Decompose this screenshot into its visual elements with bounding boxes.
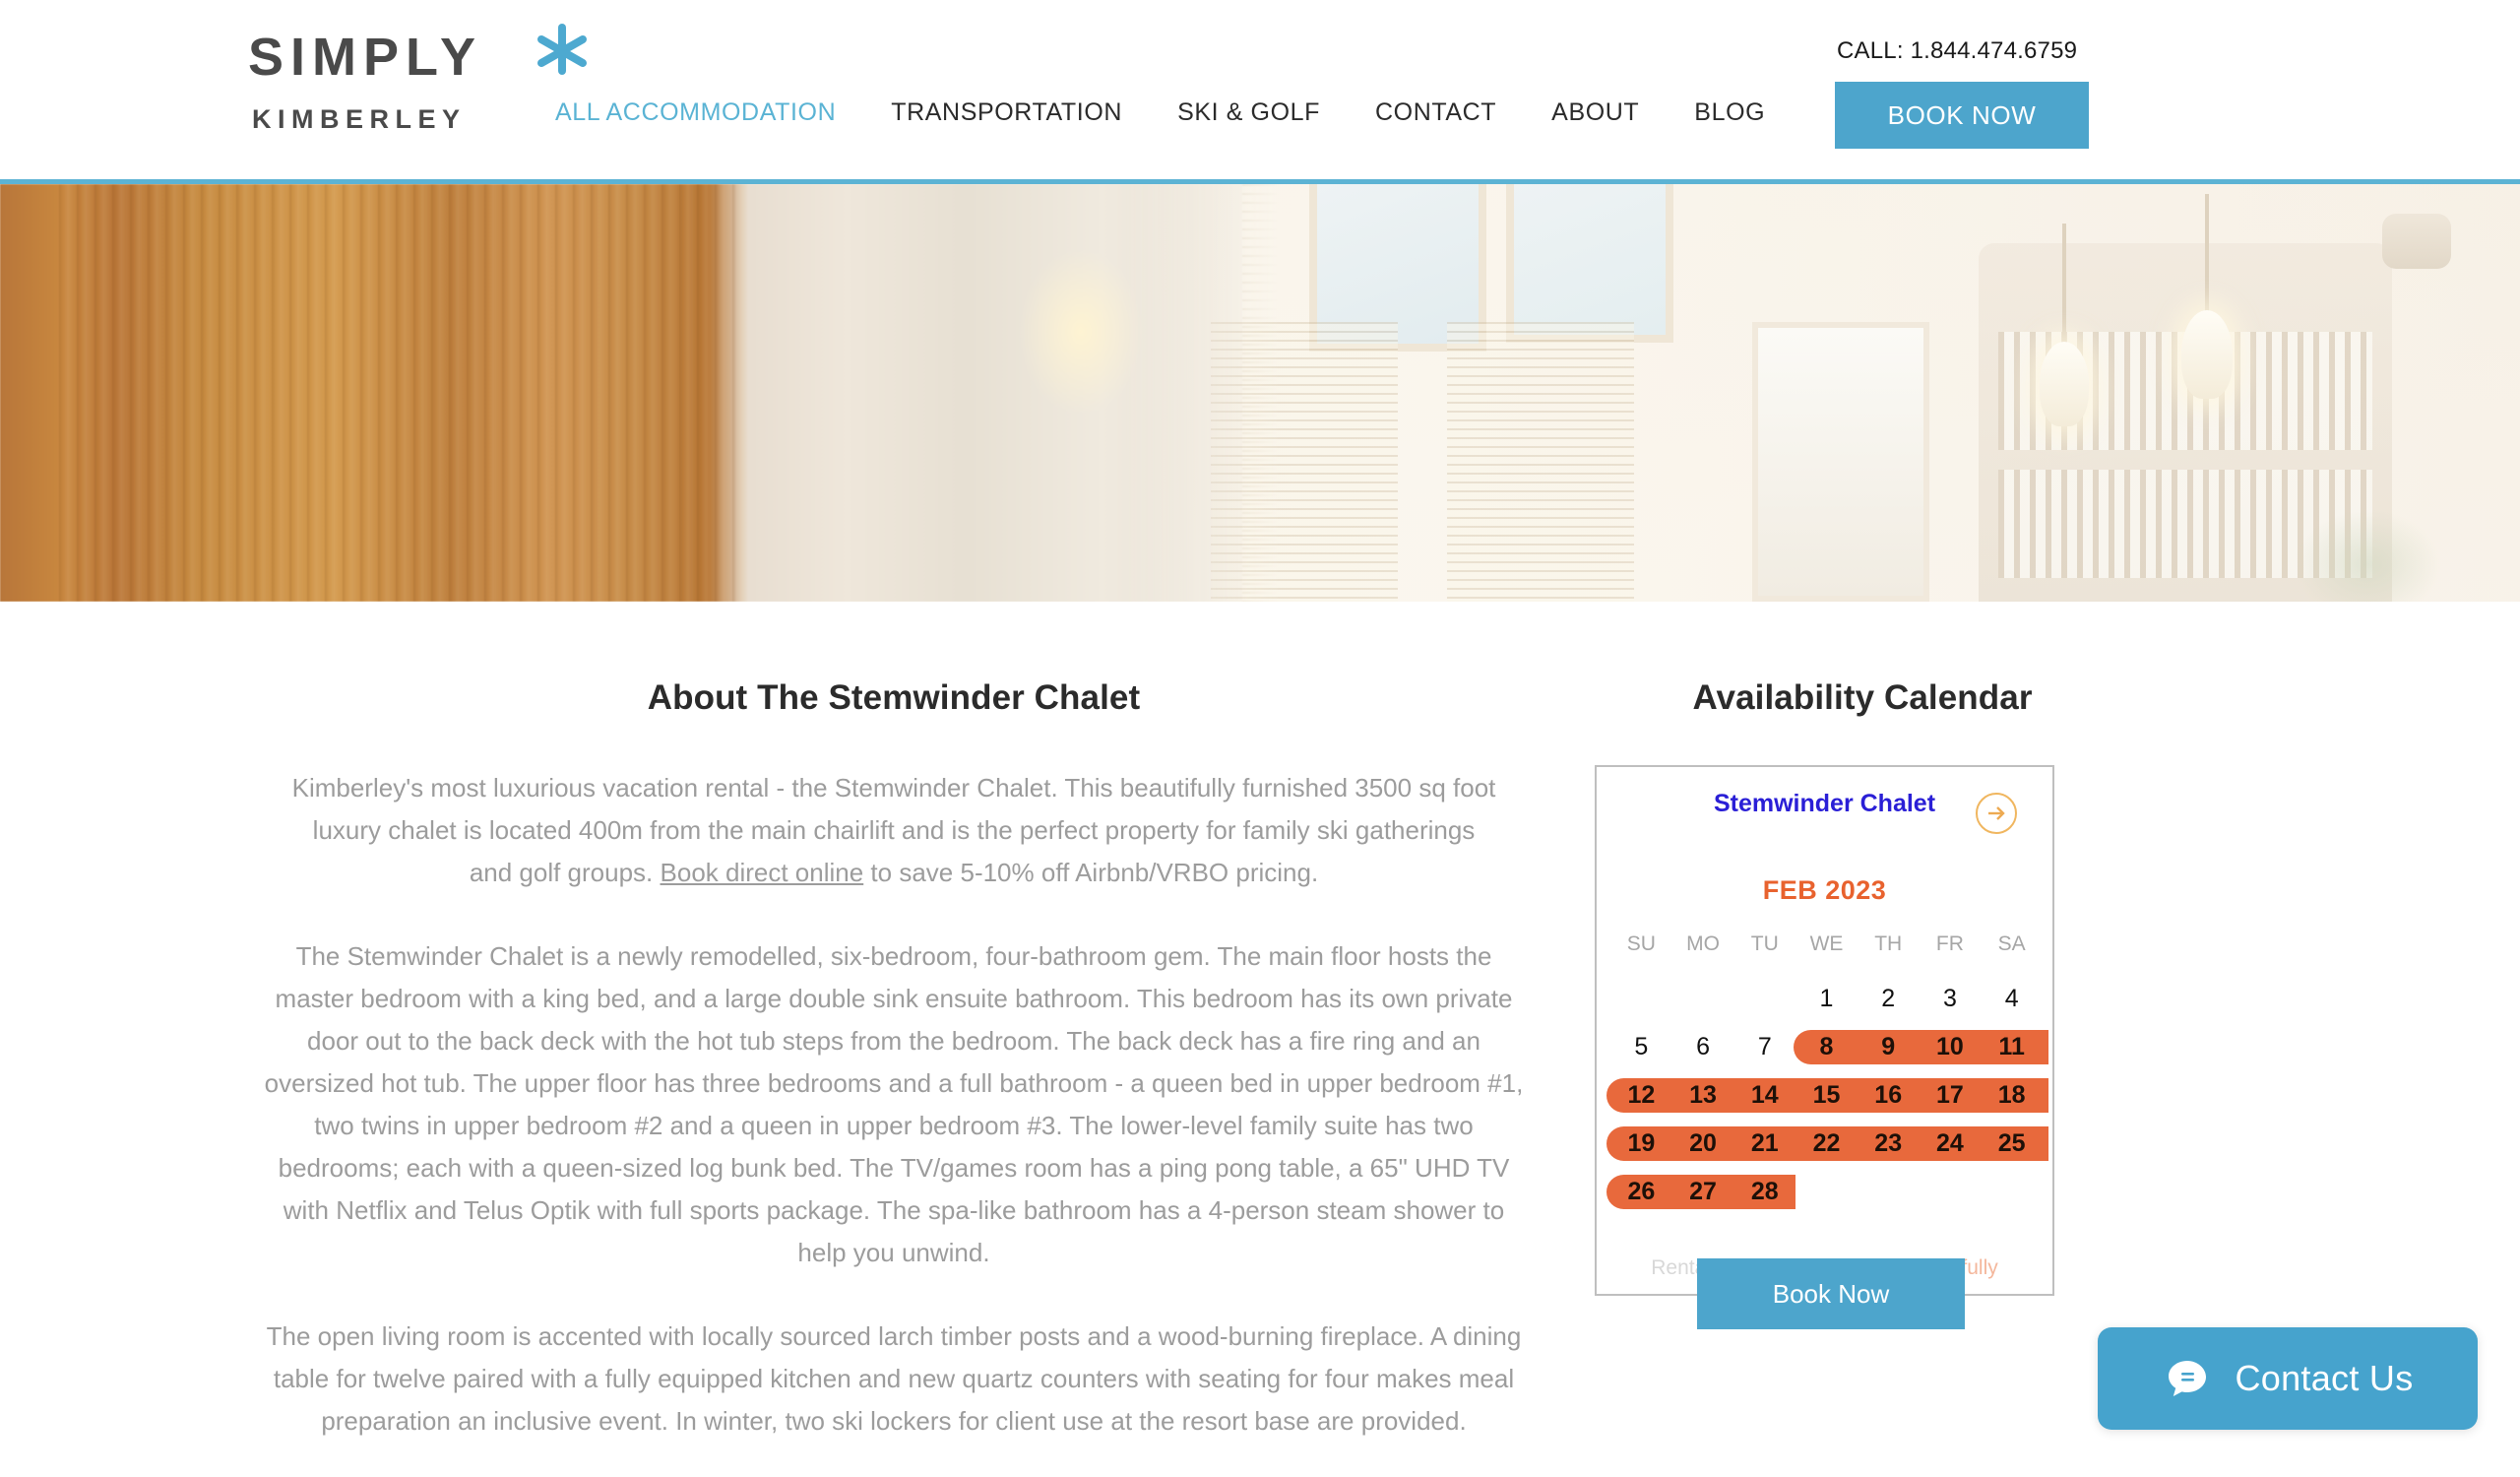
calendar-day-14[interactable]: 14 xyxy=(1733,1072,1796,1119)
weekday-th: TH xyxy=(1874,932,1903,955)
kitchen-door xyxy=(1752,322,1929,602)
calendar-day-9[interactable]: 9 xyxy=(1858,1024,1920,1070)
hero-slide-kitchen xyxy=(0,184,2520,602)
about-paragraph-2: The Stemwinder Chalet is a newly remodel… xyxy=(264,941,1524,1267)
site-logo[interactable]: SIMPLY KIMBERLEY xyxy=(248,24,587,144)
calendar-grid: SU MO TU WE TH FR SA 1 2 3 4 5 6 7 8 9 1… xyxy=(1606,925,2048,1215)
calendar-week-row: 26 27 28 xyxy=(1606,1169,2043,1215)
calendar-week-row: 5 6 7 8 9 10 11 xyxy=(1610,1024,2048,1070)
calendar-column: Availability Calendar Stemwinder Chalet … xyxy=(1587,602,2138,1329)
calendar-day-empty xyxy=(1796,1169,1858,1215)
about-paragraph-1-post: to save 5-10% off Airbnb/VRBO pricing. xyxy=(863,858,1319,887)
nav-item-ski-and-golf[interactable]: SKI & GOLF xyxy=(1150,98,1348,127)
calendar-day-empty xyxy=(1733,976,1796,1022)
calendar-day-21[interactable]: 21 xyxy=(1733,1121,1796,1167)
calendar-day-11[interactable]: 11 xyxy=(1981,1024,2043,1070)
contact-us-widget[interactable]: Contact Us xyxy=(2098,1327,2478,1430)
asterisk-icon xyxy=(537,24,587,75)
about-column: About The Stemwinder Chalet Kimberley's … xyxy=(264,602,1524,1443)
calendar-day-23[interactable]: 23 xyxy=(1858,1121,1920,1167)
calendar-day-7[interactable]: 7 xyxy=(1733,1024,1796,1070)
calendar-day-26[interactable]: 26 xyxy=(1610,1169,1672,1215)
calendar-week-row: 12 13 14 15 16 17 18 xyxy=(1606,1072,2048,1119)
chat-bubble-icon xyxy=(2169,1361,2207,1396)
nav-item-transportation[interactable]: TRANSPORTATION xyxy=(863,98,1150,127)
calendar-day-27[interactable]: 27 xyxy=(1672,1169,1734,1215)
calendar-day-1[interactable]: 1 xyxy=(1796,976,1858,1022)
calendar-day-15[interactable]: 15 xyxy=(1796,1072,1858,1119)
calendar-day-10[interactable]: 10 xyxy=(1920,1024,1982,1070)
about-body: Kimberley's most luxurious vacation rent… xyxy=(264,767,1524,1443)
nav-item-about[interactable]: ABOUT xyxy=(1524,98,1667,127)
availability-calendar-widget[interactable]: Stemwinder Chalet FEB 2023 SU MO TU WE T… xyxy=(1595,765,2054,1296)
weekday-sa: SA xyxy=(1997,932,2026,955)
phone-number[interactable]: CALL: 1.844.474.6759 xyxy=(1837,37,2077,65)
weekday-fr: FR xyxy=(1935,932,1964,955)
site-header: SIMPLY KIMBERLEY ALL ACCOMMODATION TRANS… xyxy=(0,0,2520,179)
contact-us-label: Contact Us xyxy=(2235,1358,2414,1398)
calendar-day-6[interactable]: 6 xyxy=(1672,1024,1734,1070)
nav-item-all-accommodation[interactable]: ALL ACCOMMODATION xyxy=(528,98,863,127)
calendar-day-3[interactable]: 3 xyxy=(1920,976,1982,1022)
kitchen-blinds-a xyxy=(1211,322,1398,602)
arrow-right-circle-icon[interactable] xyxy=(1976,793,2017,834)
calendar-day-12[interactable]: 12 xyxy=(1610,1072,1672,1119)
kitchen-window-b xyxy=(1506,184,1673,343)
calendar-day-2[interactable]: 2 xyxy=(1858,976,1920,1022)
logo-text-simply: SIMPLY xyxy=(248,28,483,87)
book-direct-online-link[interactable]: Book direct online xyxy=(661,858,864,887)
calendar-day-13[interactable]: 13 xyxy=(1672,1072,1734,1119)
calendar-day-20[interactable]: 20 xyxy=(1672,1121,1734,1167)
calendar-day-5[interactable]: 5 xyxy=(1610,1024,1672,1070)
nav-item-contact[interactable]: CONTACT xyxy=(1348,98,1524,127)
calendar-day-empty xyxy=(1672,976,1734,1022)
calendar-day-empty xyxy=(1981,1169,2043,1215)
calendar-section-title: Availability Calendar xyxy=(1692,678,2033,717)
calendar-day-24[interactable]: 24 xyxy=(1920,1121,1982,1167)
calendar-day-17[interactable]: 17 xyxy=(1920,1072,1982,1119)
calendar-day-25[interactable]: 25 xyxy=(1981,1121,2043,1167)
main-navigation: ALL ACCOMMODATION TRANSPORTATION SKI & G… xyxy=(528,98,1793,127)
book-now-calendar-button[interactable]: Book Now xyxy=(1697,1258,1965,1329)
nav-item-blog[interactable]: BLOG xyxy=(1667,98,1793,127)
about-paragraph-1: Kimberley's most luxurious vacation rent… xyxy=(264,767,1524,894)
calendar-week-row: 1 2 3 4 xyxy=(1610,976,2043,1022)
plant-decoration xyxy=(2294,509,2441,602)
track-light xyxy=(2382,214,2451,269)
weekday-mo: MO xyxy=(1686,932,1720,955)
calendar-day-8[interactable]: 8 xyxy=(1796,1024,1858,1070)
calendar-day-22[interactable]: 22 xyxy=(1796,1121,1858,1167)
book-now-header-button[interactable]: BOOK NOW xyxy=(1835,82,2089,149)
pendant-cord-b xyxy=(2205,194,2209,312)
pendant-light-b xyxy=(2181,310,2233,399)
weekday-su: SU xyxy=(1626,932,1656,955)
calendar-day-empty xyxy=(1920,1169,1982,1215)
about-section-title: About The Stemwinder Chalet xyxy=(647,678,1141,717)
pendant-light-a xyxy=(2040,342,2089,426)
calendar-day-empty xyxy=(1610,976,1672,1022)
calendar-weekday-row: SU MO TU WE TH FR SA xyxy=(1610,925,2043,964)
calendar-day-4[interactable]: 4 xyxy=(1981,976,2043,1022)
about-paragraph-3: The open living room is accented with lo… xyxy=(266,1321,1522,1436)
kitchen-blinds-b xyxy=(1447,322,1634,602)
hero-slideshow[interactable] xyxy=(0,179,2520,602)
weekday-tu: TU xyxy=(1750,932,1779,955)
pendant-cord-a xyxy=(2062,224,2066,352)
calendar-day-28[interactable]: 28 xyxy=(1733,1169,1796,1215)
calendar-month-label: FEB 2023 xyxy=(1762,875,1887,905)
calendar-day-16[interactable]: 16 xyxy=(1858,1072,1920,1119)
weekday-we: WE xyxy=(1809,932,1844,955)
logo-text-kimberley: KIMBERLEY xyxy=(252,104,467,134)
calendar-day-empty xyxy=(1858,1169,1920,1215)
calendar-week-row: 19 20 21 22 23 24 25 xyxy=(1606,1121,2048,1167)
calendar-day-19[interactable]: 19 xyxy=(1610,1121,1672,1167)
calendar-day-18[interactable]: 18 xyxy=(1981,1072,2043,1119)
